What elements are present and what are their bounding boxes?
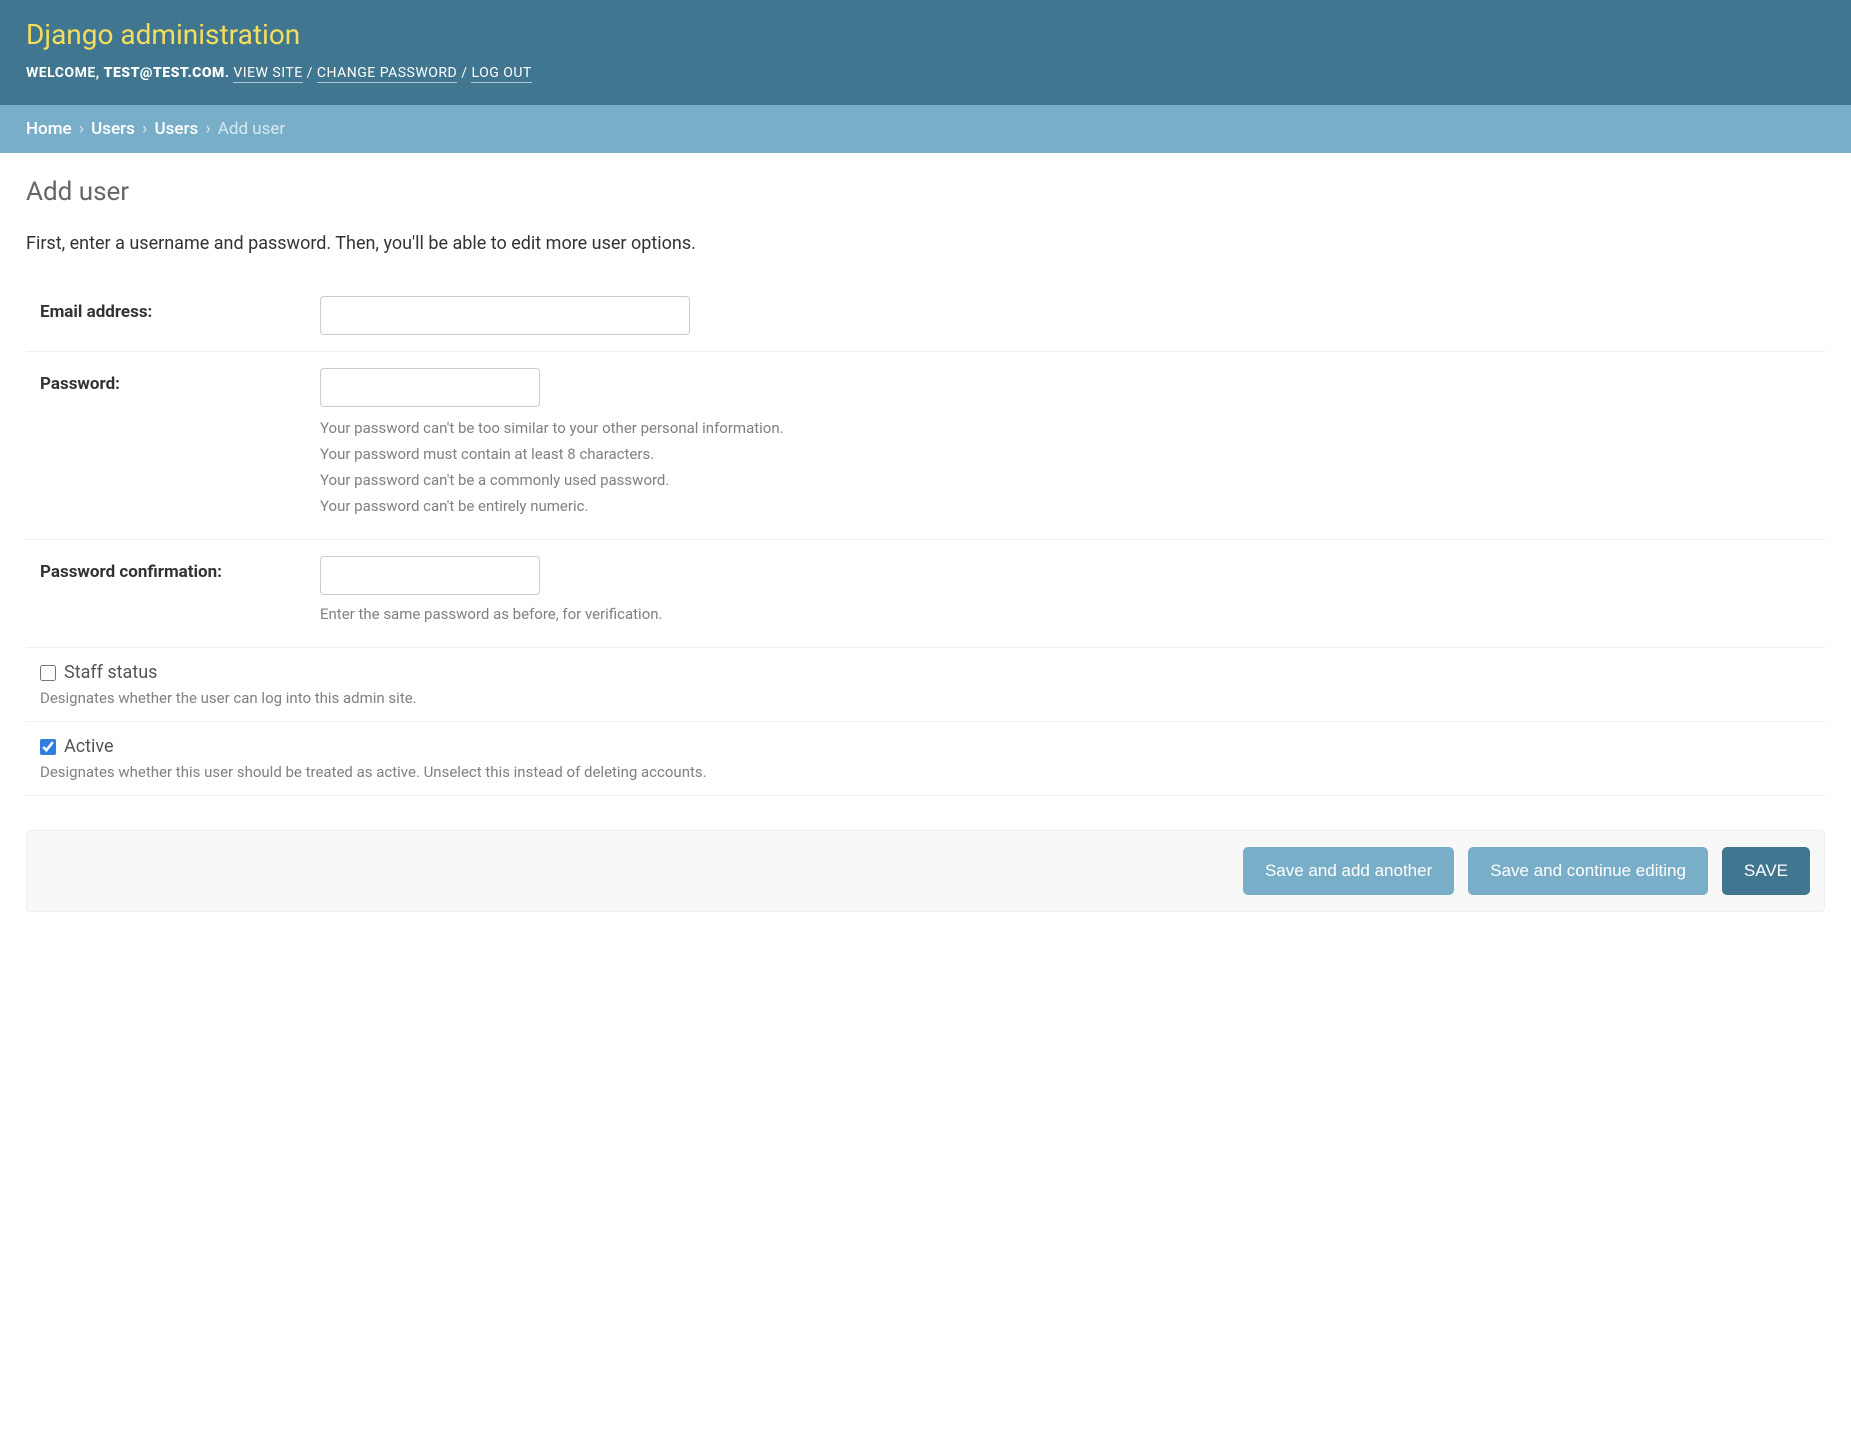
form-row-password-confirm: Password confirmation: Enter the same pa… bbox=[26, 540, 1825, 648]
active-checkbox[interactable] bbox=[40, 739, 56, 755]
save-continue-button[interactable]: Save and continue editing bbox=[1468, 847, 1708, 895]
page-intro: First, enter a username and password. Th… bbox=[26, 233, 1825, 254]
form-row-active: Active Designates whether this user shou… bbox=[26, 722, 1825, 796]
breadcrumb-app[interactable]: Users bbox=[91, 119, 135, 139]
welcome-label: WELCOME, bbox=[26, 65, 104, 81]
password-help-item: Your password can't be too similar to yo… bbox=[320, 419, 1825, 437]
breadcrumb: Home › Users › Users › Add user bbox=[0, 105, 1851, 153]
site-branding: Django administration bbox=[26, 18, 1825, 51]
submit-row: Save and add another Save and continue e… bbox=[26, 830, 1825, 912]
view-site-link[interactable]: VIEW SITE bbox=[233, 65, 302, 83]
active-help: Designates whether this user should be t… bbox=[40, 763, 1825, 781]
content: Add user First, enter a username and pas… bbox=[0, 153, 1851, 952]
breadcrumb-model[interactable]: Users bbox=[154, 119, 198, 139]
password-help-item: Your password can't be a commonly used p… bbox=[320, 471, 1825, 489]
email-label: Email address: bbox=[40, 296, 320, 322]
staff-status-label: Staff status bbox=[64, 662, 157, 683]
breadcrumb-home[interactable]: Home bbox=[26, 119, 72, 139]
password-confirm-label: Password confirmation: bbox=[40, 556, 320, 582]
password-confirm-input[interactable] bbox=[320, 556, 540, 595]
form-module: Email address: Password: Your password c… bbox=[26, 280, 1825, 796]
active-label: Active bbox=[64, 736, 114, 757]
change-password-link[interactable]: CHANGE PASSWORD bbox=[317, 65, 457, 83]
header: Django administration WELCOME, TEST@TEST… bbox=[0, 0, 1851, 105]
staff-status-checkbox[interactable] bbox=[40, 665, 56, 681]
breadcrumb-current: Add user bbox=[218, 119, 285, 139]
staff-status-help: Designates whether the user can log into… bbox=[40, 689, 1825, 707]
password-help-item: Your password can't be entirely numeric. bbox=[320, 497, 1825, 515]
save-button[interactable]: SAVE bbox=[1722, 847, 1810, 895]
form-row-email: Email address: bbox=[26, 280, 1825, 352]
email-input[interactable] bbox=[320, 296, 690, 335]
password-input[interactable] bbox=[320, 368, 540, 407]
user-tools: WELCOME, TEST@TEST.COM. VIEW SITE / CHAN… bbox=[26, 65, 1825, 81]
form-row-staff-status: Staff status Designates whether the user… bbox=[26, 648, 1825, 722]
save-add-another-button[interactable]: Save and add another bbox=[1243, 847, 1454, 895]
password-help-list: Your password can't be too similar to yo… bbox=[320, 419, 1825, 515]
password-help-item: Your password must contain at least 8 ch… bbox=[320, 445, 1825, 463]
password-confirm-help: Enter the same password as before, for v… bbox=[320, 605, 1825, 623]
current-user: TEST@TEST.COM bbox=[104, 65, 225, 81]
page-title: Add user bbox=[26, 177, 1825, 207]
log-out-link[interactable]: LOG OUT bbox=[471, 65, 531, 83]
password-label: Password: bbox=[40, 368, 320, 394]
form-row-password: Password: Your password can't be too sim… bbox=[26, 352, 1825, 540]
